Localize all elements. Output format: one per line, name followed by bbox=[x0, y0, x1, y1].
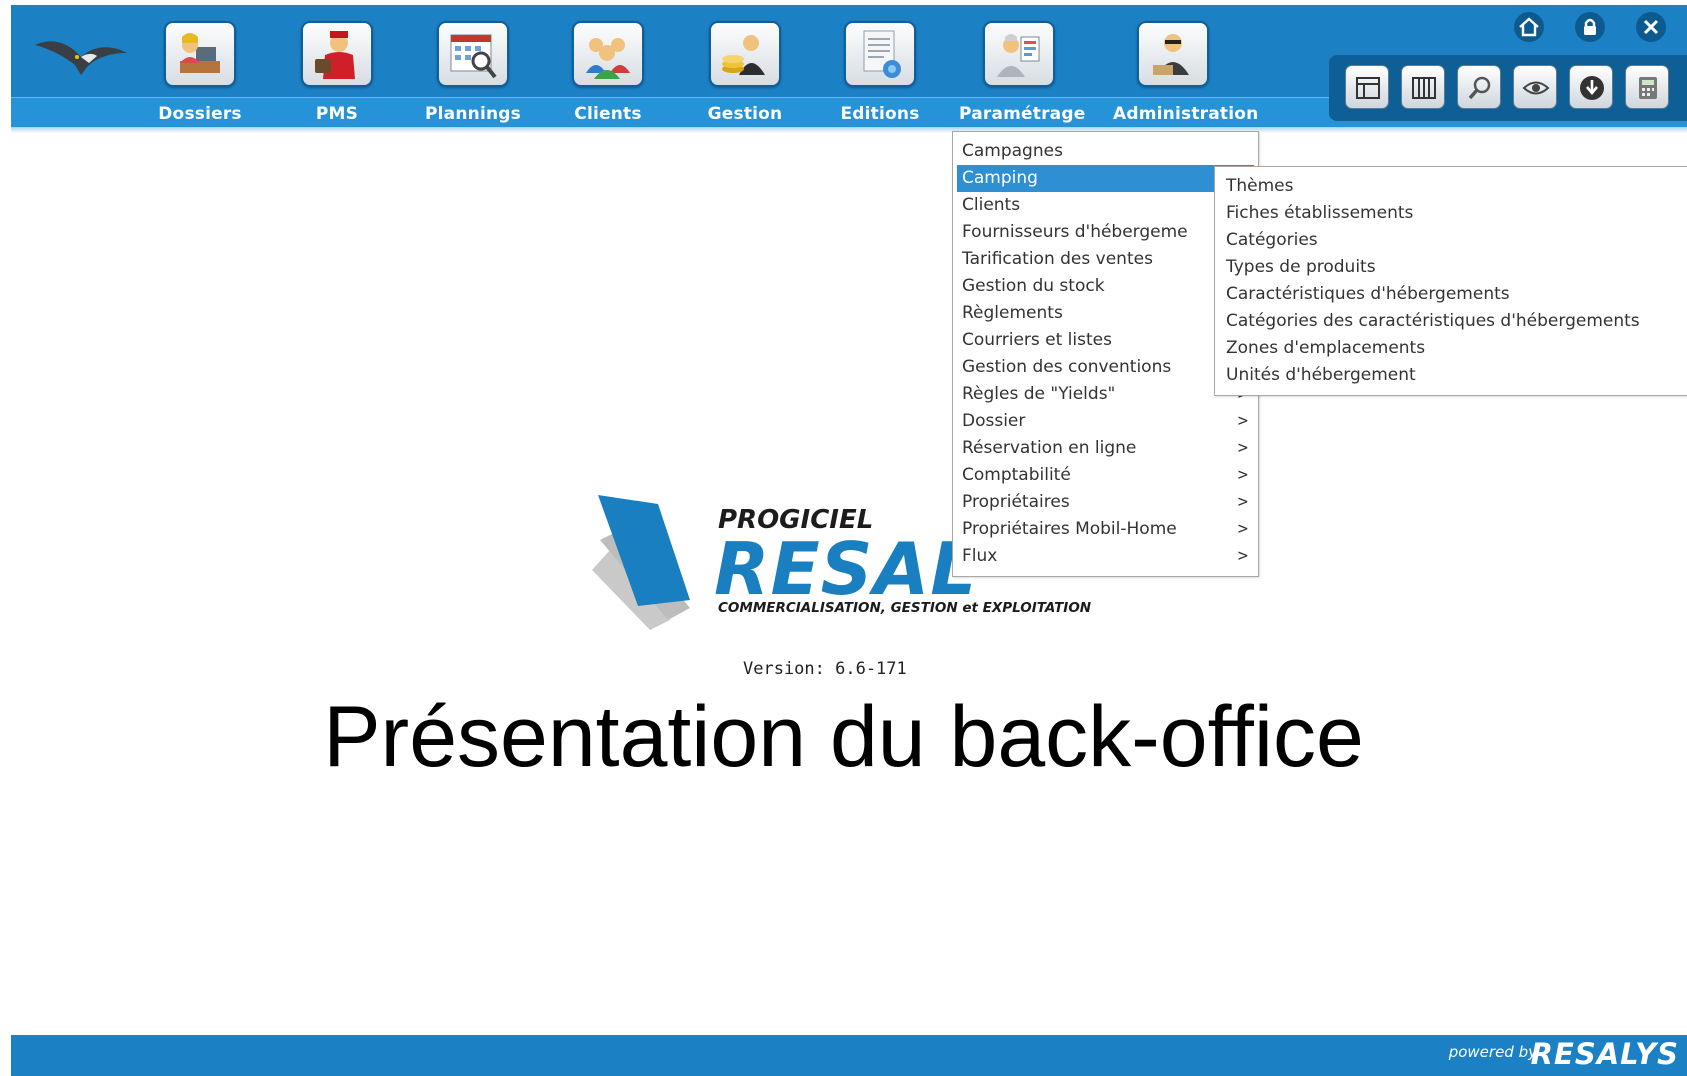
nav-label: PMS bbox=[315, 104, 359, 124]
menu-item-label: Propriétaires Mobil-Home bbox=[962, 519, 1177, 539]
close-icon[interactable] bbox=[1635, 11, 1667, 43]
nav-item-administration[interactable]: Administration bbox=[1113, 17, 1259, 131]
menu-item-courriers[interactable]: Courriers et listes bbox=[957, 327, 1254, 354]
calculator-icon[interactable] bbox=[1625, 65, 1669, 109]
menu-item-label: Clients bbox=[962, 195, 1021, 215]
submenu-arrow: > bbox=[1237, 465, 1248, 485]
page-title: Présentation du back-office bbox=[323, 689, 1364, 785]
seagull-logo-icon bbox=[35, 41, 127, 75]
menu-item-comptabilite[interactable]: Comptabilité > bbox=[957, 462, 1254, 489]
admin-person-icon bbox=[1137, 21, 1209, 87]
nav-item-dossiers[interactable]: Dossiers bbox=[140, 17, 260, 131]
menu-item-fournisseurs[interactable]: Fournisseurs d'hébergeme bbox=[957, 219, 1254, 246]
menu-item-proprietaires-mobil-home[interactable]: Propriétaires Mobil-Home > bbox=[957, 516, 1254, 543]
nav-item-clients[interactable]: Clients bbox=[548, 17, 668, 131]
submenu-item-caracteristiques[interactable]: Caractéristiques d'hébergements bbox=[1221, 281, 1685, 308]
menu-item-label: Courriers et listes bbox=[962, 330, 1112, 350]
menu-item-label: Règlements bbox=[962, 303, 1063, 323]
nav-item-plannings[interactable]: Plannings bbox=[413, 17, 533, 131]
submenu-arrow: > bbox=[1237, 492, 1248, 512]
submenu-item-zones-emplacements[interactable]: Zones d'emplacements bbox=[1221, 335, 1685, 362]
parametrage-menu: Campagnes Camping Clients Fournisseurs d… bbox=[952, 131, 1259, 577]
document-print-icon bbox=[844, 21, 916, 87]
calendar-magnifier-icon bbox=[437, 21, 509, 87]
footer-brand-logo: RESALYS bbox=[1530, 1037, 1679, 1071]
nav-label: Clients bbox=[574, 104, 642, 124]
menu-item-reglements[interactable]: Règlements bbox=[957, 300, 1254, 327]
logo-tagline: COMMERCIALISATION, GESTION et EXPLOITATI… bbox=[718, 600, 1092, 616]
menu-item-label: Règles de "Yields" bbox=[962, 384, 1116, 404]
menu-item-label: Dossier bbox=[962, 411, 1026, 431]
columns-icon[interactable] bbox=[1401, 65, 1445, 109]
submenu-item-unites-hebergement[interactable]: Unités d'hébergement bbox=[1221, 362, 1685, 389]
menu-item-flux[interactable]: Flux > bbox=[957, 543, 1254, 570]
menu-item-gestion-stock[interactable]: Gestion du stock bbox=[957, 273, 1254, 300]
submenu-arrow: > bbox=[1237, 438, 1248, 458]
submenu-arrow: > bbox=[1237, 411, 1248, 431]
submenu-item-categories[interactable]: Catégories bbox=[1221, 227, 1685, 254]
menu-item-label: Gestion du stock bbox=[962, 276, 1105, 296]
nav-item-gestion[interactable]: Gestion bbox=[685, 17, 805, 131]
nav-label: Plannings bbox=[425, 104, 521, 124]
nav-label: Paramétrage bbox=[959, 104, 1086, 124]
menu-item-campagnes[interactable]: Campagnes bbox=[957, 138, 1254, 165]
powered-by-text: powered by bbox=[1448, 1043, 1537, 1061]
camping-submenu: Thèmes Fiches établissements Catégories … bbox=[1214, 166, 1687, 396]
magnifier-icon[interactable] bbox=[1457, 65, 1501, 109]
table-edit-icon[interactable] bbox=[1345, 65, 1389, 109]
nav-label: Dossiers bbox=[158, 104, 242, 124]
submenu-arrow: > bbox=[1237, 519, 1248, 539]
submenu-item-fiches-etablissements[interactable]: Fiches établissements bbox=[1221, 200, 1685, 227]
menu-item-proprietaires[interactable]: Propriétaires > bbox=[957, 489, 1254, 516]
menu-item-dossier[interactable]: Dossier > bbox=[957, 408, 1254, 435]
nav-label: Administration bbox=[1113, 104, 1259, 124]
menu-item-label: Fournisseurs d'hébergeme bbox=[962, 222, 1188, 242]
nav-label: Editions bbox=[840, 104, 920, 124]
home-icon[interactable] bbox=[1513, 11, 1545, 43]
lock-icon[interactable] bbox=[1574, 11, 1606, 43]
menu-item-reservation[interactable]: Réservation en ligne > bbox=[957, 435, 1254, 462]
nav-item-editions[interactable]: Editions bbox=[820, 17, 940, 131]
submenu-item-categories-caracteristiques[interactable]: Catégories des caractéristiques d'héberg… bbox=[1221, 308, 1685, 335]
menu-item-yields[interactable]: Règles de "Yields"> bbox=[957, 381, 1254, 408]
menu-item-label: Flux bbox=[962, 546, 998, 566]
user-at-desk-icon bbox=[164, 21, 236, 87]
top-bar: Dossiers PMS Plannings Clients Gestion E… bbox=[11, 5, 1687, 133]
menu-item-conventions[interactable]: Gestion des conventions bbox=[957, 354, 1254, 381]
menu-item-camping[interactable]: Camping bbox=[957, 165, 1254, 192]
settings-person-icon bbox=[983, 21, 1055, 87]
toolbar bbox=[1329, 55, 1687, 121]
submenu-item-themes[interactable]: Thèmes bbox=[1221, 173, 1685, 200]
businessman-coins-icon bbox=[709, 21, 781, 87]
people-group-icon bbox=[572, 21, 644, 87]
menu-item-label: Camping bbox=[962, 168, 1038, 188]
nav-item-parametrage[interactable]: Paramétrage bbox=[959, 17, 1086, 131]
download-icon[interactable] bbox=[1569, 65, 1613, 109]
nav-label: Gestion bbox=[707, 104, 783, 124]
nav-item-pms[interactable]: PMS bbox=[277, 17, 397, 131]
menu-item-label: Tarification des ventes bbox=[962, 249, 1153, 269]
menu-item-clients[interactable]: Clients bbox=[957, 192, 1254, 219]
version-label: Version: 6.6-171 bbox=[743, 659, 907, 679]
menu-item-label: Campagnes bbox=[962, 141, 1063, 161]
menu-item-label: Comptabilité bbox=[962, 465, 1071, 485]
submenu-arrow: > bbox=[1237, 546, 1248, 566]
bellboy-icon bbox=[301, 21, 373, 87]
menu-item-tarification[interactable]: Tarification des ventes bbox=[957, 246, 1254, 273]
eye-icon[interactable] bbox=[1513, 65, 1557, 109]
logo-brand-text: RESAL bbox=[714, 527, 978, 611]
menu-item-label: Propriétaires bbox=[962, 492, 1070, 512]
menu-item-label: Réservation en ligne bbox=[962, 438, 1137, 458]
footer-bar: powered by RESALYS bbox=[11, 1035, 1687, 1076]
menu-item-label: Gestion des conventions bbox=[962, 357, 1172, 377]
submenu-item-types-produits[interactable]: Types de produits bbox=[1221, 254, 1685, 281]
